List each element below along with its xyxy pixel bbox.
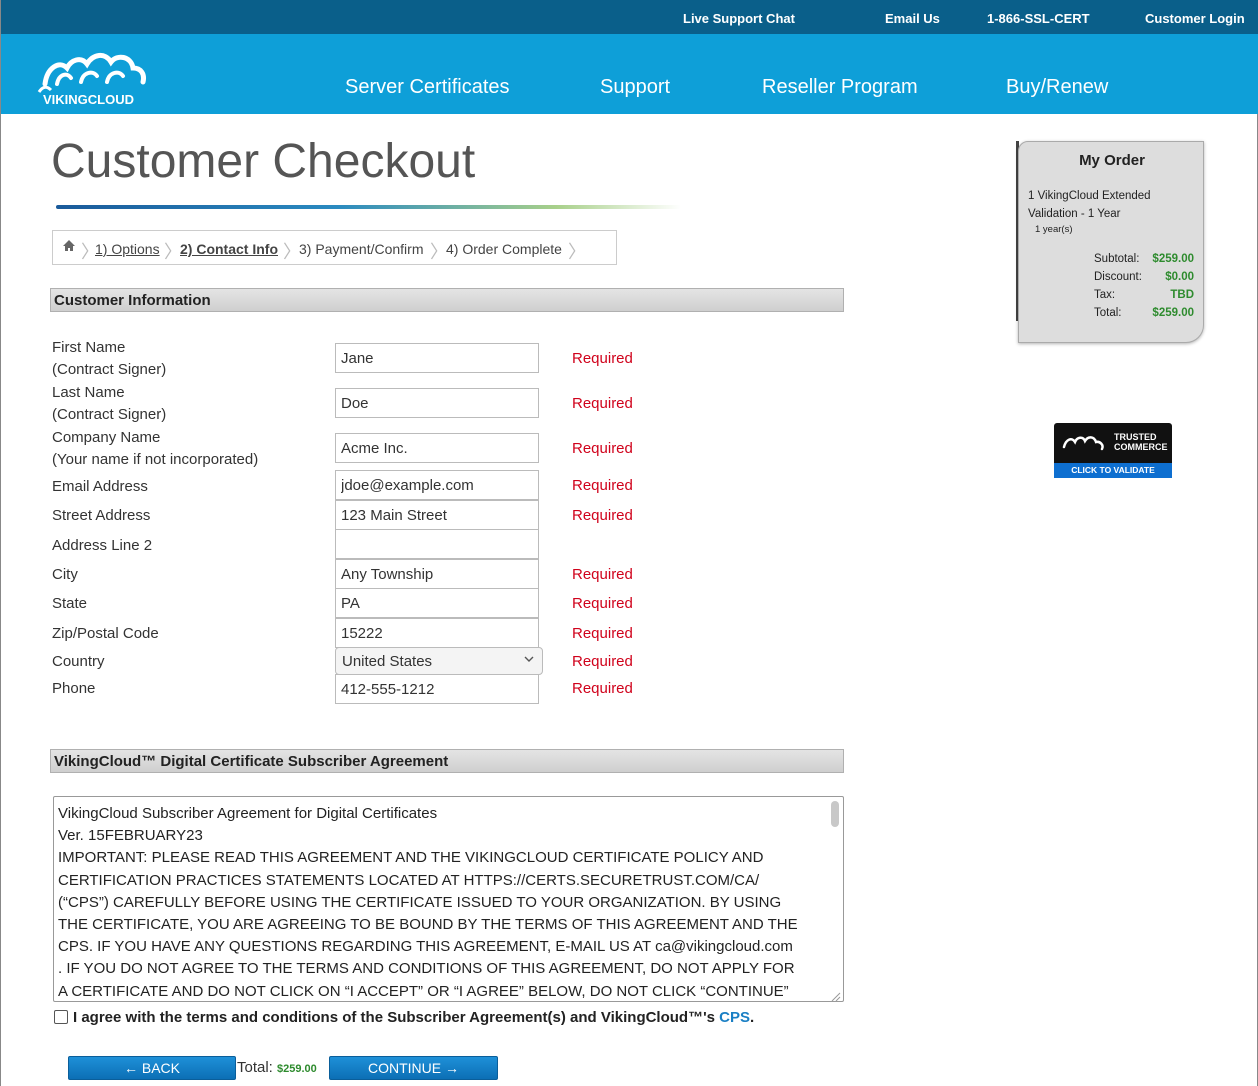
chevron-down-icon [524,654,534,667]
agreement-textarea[interactable]: VikingCloud Subscriber Agreement for Dig… [53,796,844,1002]
step-contact-info[interactable]: 2) Contact Info [180,241,278,257]
required-indicator: Required [572,680,633,697]
state-label: State [52,595,88,612]
agreement-line: VikingCloud Subscriber Agreement for Dig… [58,805,438,822]
required-indicator: Required [572,595,633,612]
customer-information-header: Customer Information [50,288,844,312]
agree-terms-label: I agree with the terms and conditions of… [73,1009,715,1026]
state-input[interactable] [335,588,539,618]
required-indicator: Required [572,566,633,583]
agreement-line: THE CERTIFICATE, YOU ARE AGREEING TO BE … [58,916,798,934]
cps-link[interactable]: CPS [719,1009,750,1026]
vikingcloud-badge-logo-icon [1062,433,1108,458]
home-icon[interactable] [62,239,76,255]
country-select[interactable]: United States [335,647,543,675]
email-label: Email Address [52,478,148,495]
city-label: City [52,566,78,583]
my-order-box: My Order 1 VikingCloud Extended Validati… [1018,141,1204,343]
footer-total-value: $259.00 [277,1063,317,1075]
step-payment-confirm: 3) Payment/Confirm [299,241,424,257]
main-nav: VIKINGCLOUD Server Certificates Support … [1,34,1258,114]
step-options[interactable]: 1) Options [95,241,160,257]
order-total-value: $259.00 [1152,307,1194,319]
agreement-line: . IF YOU DO NOT AGREE TO THE TERMS AND C… [58,960,795,978]
nav-server-certificates[interactable]: Server Certificates [345,76,510,99]
page-title: Customer Checkout [51,135,476,188]
subtotal-value: $259.00 [1152,253,1194,265]
city-input[interactable] [335,559,539,589]
subscriber-agreement-header: VikingCloud™ Digital Certificate Subscri… [50,749,844,773]
email-us-link[interactable]: Email Us [885,11,940,26]
logo-text: VIKINGCLOUD [43,92,134,106]
tax-value: TBD [1170,289,1194,301]
step-order-complete: 4) Order Complete [446,241,562,257]
order-quantity: 1 year(s) [1035,224,1073,235]
email-input[interactable] [335,470,539,500]
back-button[interactable]: ← BACK [68,1056,236,1080]
required-indicator: Required [572,395,633,412]
required-indicator: Required [572,507,633,524]
last-name-input[interactable] [335,388,539,418]
vikingcloud-logo[interactable]: VIKINGCLOUD [37,46,167,107]
agreement-line: CPS. IF YOU HAVE ANY QUESTIONS REGARDING… [58,938,793,956]
address-line-2-input[interactable] [335,529,539,559]
country-select-value: United States [342,653,433,670]
live-support-chat-link[interactable]: Live Support Chat [683,11,795,26]
chevron-right-icon: 〉 [568,242,586,262]
agreement-line: CERTIFICATION PRACTICES STATEMENTS LOCAT… [58,871,760,889]
order-item: 1 VikingCloud Extended Validation - 1 Ye… [1028,190,1151,220]
customer-login-link[interactable]: Customer Login [1145,11,1245,26]
first-name-input[interactable] [335,343,539,373]
phone-input[interactable] [335,674,539,704]
company-name-label: Company Name (Your name if not incorpora… [52,429,259,468]
agreement-line: A CERTIFICATE AND DO NOT CLICK ON “I ACC… [58,982,789,1000]
last-name-label: Last Name (Contract Signer) [52,384,167,423]
my-order-title: My Order [1079,152,1145,169]
discount-value: $0.00 [1165,271,1194,283]
agree-period: . [750,1009,755,1026]
required-indicator: Required [572,350,633,367]
phone-link[interactable]: 1-866-SSL-CERT [987,11,1090,26]
agreement-line: (“CPS”) CAREFULLY BEFORE USING THE CERTI… [58,893,782,911]
nav-buy-renew[interactable]: Buy/Renew [1006,76,1108,99]
street-address-label: Street Address [52,507,151,524]
agree-terms-row: I agree with the terms and conditions of… [54,1009,754,1026]
footer-total: Total: $259.00 [237,1059,317,1076]
footer-total-label: Total: [237,1059,273,1076]
required-indicator: Required [572,625,633,642]
agree-checkbox[interactable] [54,1010,68,1024]
title-underline [56,205,681,209]
trusted-commerce-badge[interactable]: TRUSTED COMMERCE CLICK TO VALIDATE [1054,423,1172,479]
click-to-validate[interactable]: CLICK TO VALIDATE [1054,463,1172,478]
zip-label: Zip/Postal Code [52,625,159,642]
checkout-steps: 〉 1) Options 〉 2) Contact Info 〉 3) Paym… [52,230,617,265]
zip-input[interactable] [335,618,539,648]
resize-handle-icon[interactable] [829,987,841,1001]
company-name-input[interactable] [335,433,539,463]
first-name-label: First Name (Contract Signer) [52,339,167,378]
badge-text: TRUSTED COMMERCE [1114,432,1168,452]
phone-label: Phone [52,680,96,697]
agreement-line: IMPORTANT: PLEASE READ THIS AGREEMENT AN… [58,849,764,867]
order-totals: Subtotal: $259.00 Discount: $0.00 Tax: TBD … [1094,250,1194,322]
nav-reseller-program[interactable]: Reseller Program [762,76,918,99]
required-indicator: Required [572,440,633,457]
country-label: Country [52,653,105,670]
continue-button[interactable]: CONTINUE → [329,1056,498,1080]
required-indicator: Required [572,653,633,670]
address-line-2-label: Address Line 2 [52,537,153,554]
street-address-input[interactable] [335,500,539,530]
agreement-scrollbar[interactable] [831,801,839,827]
required-indicator: Required [572,477,633,494]
agreement-line: Ver. 15FEBRUARY23 [58,827,203,845]
nav-support[interactable]: Support [600,76,670,99]
badge-top: TRUSTED COMMERCE [1054,423,1172,463]
utility-bar: Live Support Chat Email Us 1-866-SSL-CER… [1,0,1258,34]
